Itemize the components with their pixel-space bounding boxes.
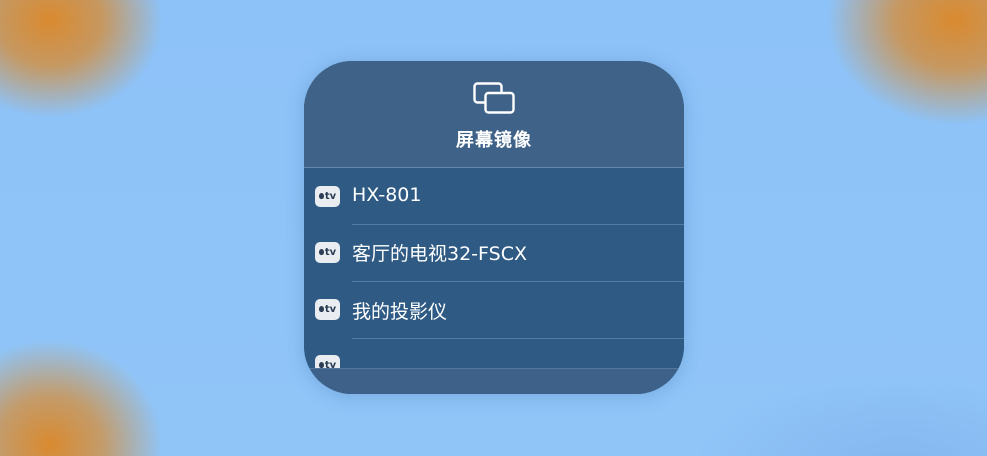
apple-tv-badge-label: tv <box>324 247 337 258</box>
apple-tv-icon: tv <box>315 355 340 368</box>
device-item-living-room-tv[interactable]: tv 客厅的电视32-FSCX <box>304 225 684 282</box>
device-name: HX-801 <box>352 184 422 206</box>
device-name: 我的投影仪 <box>352 301 448 323</box>
apple-tv-badge-label: tv <box>324 304 337 315</box>
device-list[interactable]: tv HX-801 tv 客厅的电视32-FSCX tv 我的投影仪 tv <box>304 168 684 368</box>
panel-footer <box>304 368 684 394</box>
screen-mirroring-icon <box>473 82 515 114</box>
panel-title: 屏幕镜像 <box>456 130 532 151</box>
screen-mirroring-panel: 屏幕镜像 tv HX-801 tv 客厅的电视32-FSCX tv 我的投影仪 … <box>304 61 684 394</box>
device-item-projector[interactable]: tv 我的投影仪 <box>304 282 684 339</box>
apple-tv-icon: tv <box>315 186 340 207</box>
device-item-hx-801[interactable]: tv HX-801 <box>304 168 684 225</box>
panel-header: 屏幕镜像 <box>304 61 684 167</box>
apple-tv-icon: tv <box>315 242 340 263</box>
device-name: 客厅的电视32-FSCX <box>352 243 527 265</box>
device-item-partial[interactable]: tv <box>304 339 684 368</box>
apple-tv-badge-label: tv <box>324 191 337 202</box>
apple-tv-icon: tv <box>315 299 340 320</box>
apple-tv-badge-label: tv <box>324 360 337 368</box>
